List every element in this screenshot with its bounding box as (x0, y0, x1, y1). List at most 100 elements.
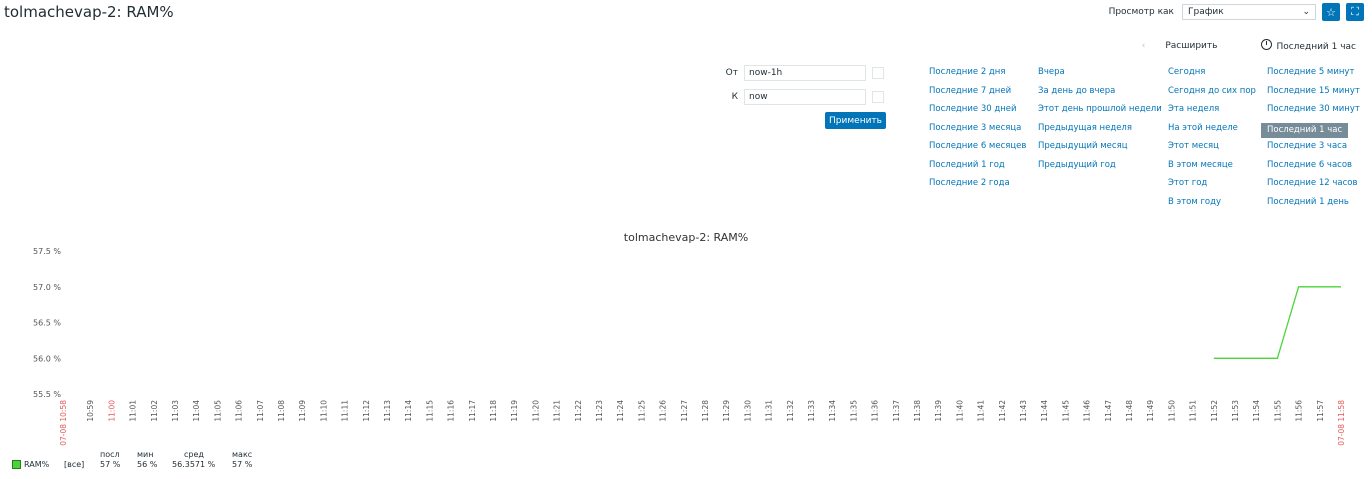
quick-range-link[interactable]: Этот месяц (1168, 141, 1219, 151)
quick-range-link[interactable]: Последний 1 день (1267, 197, 1349, 207)
quick-range-link[interactable]: Предыдущая неделя (1038, 123, 1132, 133)
x-tick-label: 11:26 (659, 400, 668, 422)
ram-chart: tolmachevap-2: RAM% 57.5 % 57.0 % 56.5 % 56.… (33, 231, 1346, 446)
quick-range-link[interactable]: За день до вчера (1038, 86, 1115, 96)
legend-value-last: 57 % (100, 460, 121, 469)
quick-range-link[interactable]: В этом месяце (1168, 160, 1233, 170)
favorite-button[interactable]: ☆ (1322, 3, 1340, 21)
chevron-left-icon[interactable]: ‹ (1142, 41, 1146, 51)
quick-range-link[interactable]: Сегодня до сих пор (1168, 86, 1256, 96)
y-tick-label: 55.5 % (33, 390, 61, 399)
quick-range-link[interactable]: Последние 6 часов (1267, 160, 1352, 170)
quick-ranges-col1: Последние 2 дня Последние 7 дней Последние… (929, 67, 1026, 197)
x-tick-label: 11:45 (1061, 400, 1070, 422)
x-tick-label: 11:10 (319, 400, 328, 422)
quick-range-link[interactable]: Этот год (1168, 178, 1207, 188)
quick-range-item: Этот день прошлой недели (1038, 104, 1162, 123)
quick-range-link[interactable]: Последние 15 минут (1267, 86, 1360, 96)
quick-range-link[interactable]: Этот день прошлой недели (1038, 104, 1162, 114)
quick-range-item: Последние 3 часа (1267, 141, 1360, 160)
legend-swatch (12, 460, 21, 469)
page-title: tolmachevap-2: RAM% (4, 3, 174, 21)
x-tick-label: 11:16 (447, 400, 456, 422)
x-tick-label: 11:04 (192, 400, 201, 422)
legend-header-avg: сред (184, 450, 204, 459)
apply-button[interactable]: Применить (825, 112, 886, 129)
view-as-select[interactable]: График ⌄ (1182, 4, 1316, 20)
x-tick-label: 11:06 (235, 400, 244, 422)
x-tick-label: 11:21 (553, 400, 562, 422)
quick-range-item: Последние 2 дня (929, 67, 1026, 86)
x-tick-label: 11:49 (1146, 400, 1155, 422)
quick-range-link[interactable]: Последние 6 месяцев (929, 141, 1026, 151)
x-tick-label: 11:39 (934, 400, 943, 422)
y-tick-label: 57.5 % (33, 247, 61, 256)
quick-range-item: В этом месяце (1168, 160, 1256, 179)
quick-range-link[interactable]: Последние 3 часа (1267, 141, 1347, 151)
quick-range-link[interactable]: Эта неделя (1168, 104, 1219, 114)
quick-range-link[interactable]: Последние 2 дня (929, 67, 1005, 77)
quick-range-item: Сегодня до сих пор (1168, 86, 1256, 105)
legend-value-max: 57 % (232, 460, 253, 469)
x-tick-label: 11:42 (998, 400, 1007, 422)
x-tick-label: 11:44 (1040, 400, 1049, 422)
expand-button[interactable]: Расширить (1165, 41, 1217, 51)
quick-range-link[interactable]: Последние 3 месяца (929, 123, 1021, 133)
quick-range-item: Предыдущая неделя (1038, 123, 1162, 142)
to-input[interactable]: now (744, 88, 866, 105)
quick-range-item: Последние 3 месяца (929, 123, 1026, 142)
quick-range-item: Предыдущий год (1038, 160, 1162, 179)
quick-range-item: Сегодня (1168, 67, 1256, 86)
quick-range-link[interactable]: Последние 2 года (929, 178, 1010, 188)
x-tick-label: 11:01 (129, 400, 138, 422)
y-tick-label: 56.0 % (33, 354, 61, 363)
x-tick-label: 11:15 (425, 400, 434, 422)
period-toggle[interactable]: Последний 1 час (1261, 39, 1356, 52)
quick-range-link[interactable]: Последние 7 дней (929, 86, 1011, 96)
calendar-icon[interactable] (872, 90, 884, 103)
quick-range-item: Последний 1 день (1267, 197, 1360, 216)
legend-header-max: макс (232, 450, 253, 459)
quick-range-link[interactable]: Предыдущий год (1038, 160, 1116, 170)
chart-title: tolmachevap-2: RAM% (624, 231, 748, 244)
x-tick-label: 11:27 (680, 400, 689, 422)
quick-range-link[interactable]: Последние 5 минут (1267, 67, 1354, 77)
quick-range-item: За день до вчера (1038, 86, 1162, 105)
quick-range-link[interactable]: Предыдущий месяц (1038, 141, 1127, 151)
quick-range-link[interactable]: Последние 30 дней (929, 104, 1017, 114)
quick-range-item: Последний 1 год (929, 160, 1026, 179)
x-tick-label: 11:20 (531, 400, 540, 422)
to-label: К (731, 91, 738, 102)
x-tick-label: 11:50 (1167, 400, 1176, 422)
x-tick-label: 11:05 (213, 400, 222, 422)
quick-range-link[interactable]: Последний 1 час (1261, 122, 1349, 138)
x-tick-label: 11:52 (1210, 400, 1219, 422)
quick-range-link[interactable]: В этом году (1168, 197, 1221, 207)
x-start-label: 07-08 10:58 (59, 400, 68, 446)
x-tick-label: 11:46 (1083, 400, 1092, 422)
quick-range-link[interactable]: Вчера (1038, 67, 1065, 77)
x-tick-label: 11:17 (468, 400, 477, 422)
x-tick-label: 11:31 (765, 400, 774, 422)
quick-range-link[interactable]: Сегодня (1168, 67, 1205, 77)
fullscreen-button[interactable]: ⛶ (1346, 3, 1364, 21)
quick-range-item: Последние 6 месяцев (929, 141, 1026, 160)
quick-range-link[interactable]: Последние 30 минут (1267, 104, 1360, 114)
quick-range-item: Предыдущий месяц (1038, 141, 1162, 160)
quick-range-link[interactable]: Последний 1 год (929, 160, 1005, 170)
legend-value-avg: 56.3571 % (172, 460, 216, 469)
x-tick-label: 11:40 (955, 400, 964, 422)
quick-range-item: Последние 30 минут (1267, 104, 1360, 123)
from-input[interactable]: now-1h (744, 64, 866, 81)
x-tick-label: 11:55 (1273, 400, 1282, 422)
quick-range-link[interactable]: Последние 12 часов (1267, 178, 1357, 188)
calendar-icon[interactable] (872, 66, 884, 79)
x-tick-label: 11:29 (722, 400, 731, 422)
x-tick-label: 11:00 (107, 400, 116, 422)
quick-range-link[interactable]: На этой неделе (1168, 123, 1238, 133)
x-tick-label: 11:43 (1019, 400, 1028, 422)
quick-range-item: Последние 5 минут (1267, 67, 1360, 86)
x-tick-label: 11:33 (807, 400, 816, 422)
x-tick-label: 11:11 (341, 400, 350, 422)
legend-series-name: RAM% (24, 460, 50, 469)
